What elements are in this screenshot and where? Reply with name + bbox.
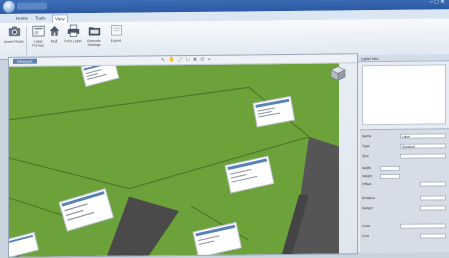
prop-type-label: Type bbox=[362, 144, 370, 149]
prop-offset-field[interactable] bbox=[420, 181, 446, 187]
tab-home[interactable]: Home bbox=[14, 15, 30, 23]
prop-name-field[interactable]: Label bbox=[400, 133, 446, 139]
view-tools-icons[interactable]: ↖ ✋ ⤢ ↻ ▣ ◎ ⌖ bbox=[161, 57, 212, 64]
prop-margin-label: Margin bbox=[362, 206, 373, 211]
prop-color-field[interactable] bbox=[400, 223, 446, 229]
prop-margin-field[interactable] bbox=[420, 205, 446, 211]
quick-access-toolbar[interactable] bbox=[17, 2, 47, 10]
prop-name-label: Name bbox=[362, 134, 372, 139]
prop-width-field[interactable] bbox=[380, 165, 400, 172]
house-icon bbox=[49, 26, 59, 36]
3d-scene[interactable] bbox=[9, 54, 357, 257]
prop-offset-label: Offset bbox=[362, 182, 372, 187]
application-menu-button[interactable] bbox=[3, 0, 15, 13]
label-preview bbox=[362, 64, 446, 126]
insert-photo-button[interactable]: Insert Photo bbox=[4, 25, 24, 57]
green-board bbox=[9, 54, 339, 257]
prop-rotation-label: Rotation bbox=[362, 196, 376, 201]
prop-width-label: Width bbox=[362, 166, 371, 171]
ribbon-separator bbox=[26, 25, 27, 56]
prop-height-field[interactable] bbox=[380, 173, 400, 180]
folder-icon bbox=[88, 27, 100, 36]
tab-tools[interactable]: Tools bbox=[33, 15, 48, 23]
application-window: – □ ✕ Home Tools View Insert Photo Label… bbox=[0, 0, 449, 258]
prop-font-label: Font bbox=[362, 234, 370, 239]
window-controls[interactable]: – □ ✕ bbox=[430, 0, 445, 6]
viewport-caption: Viewport bbox=[13, 58, 37, 64]
view-cube-icon[interactable] bbox=[330, 65, 346, 81]
prop-color-label: Color bbox=[362, 224, 371, 229]
label-icon bbox=[31, 25, 45, 37]
printer-icon bbox=[67, 24, 79, 37]
export-button[interactable]: Export bbox=[106, 24, 126, 56]
3d-viewport[interactable]: Viewport ↖ ✋ ⤢ ↻ ▣ ◎ ⌖ bbox=[8, 53, 358, 258]
document-icon bbox=[110, 24, 122, 36]
prop-font-field[interactable] bbox=[420, 233, 446, 239]
property-grid: Name Label Type Standard Size Width Heig… bbox=[360, 128, 449, 254]
prop-rotation-field[interactable] bbox=[420, 195, 446, 201]
properties-panel: Label Info Name Label Type Standard Size… bbox=[358, 54, 449, 254]
mail-button[interactable]: Mail bbox=[44, 24, 64, 56]
prop-size-field[interactable] bbox=[400, 153, 446, 159]
camera-icon bbox=[8, 26, 20, 37]
prop-height-label: Height bbox=[362, 174, 373, 179]
barcode-settings-button[interactable]: Barcode Settings bbox=[84, 24, 104, 56]
prop-type-select[interactable]: Standard bbox=[400, 143, 446, 149]
print-label-button[interactable]: Print Label bbox=[63, 24, 83, 56]
prop-size-label: Size bbox=[362, 154, 369, 159]
panel-title: Label Info bbox=[358, 54, 449, 63]
